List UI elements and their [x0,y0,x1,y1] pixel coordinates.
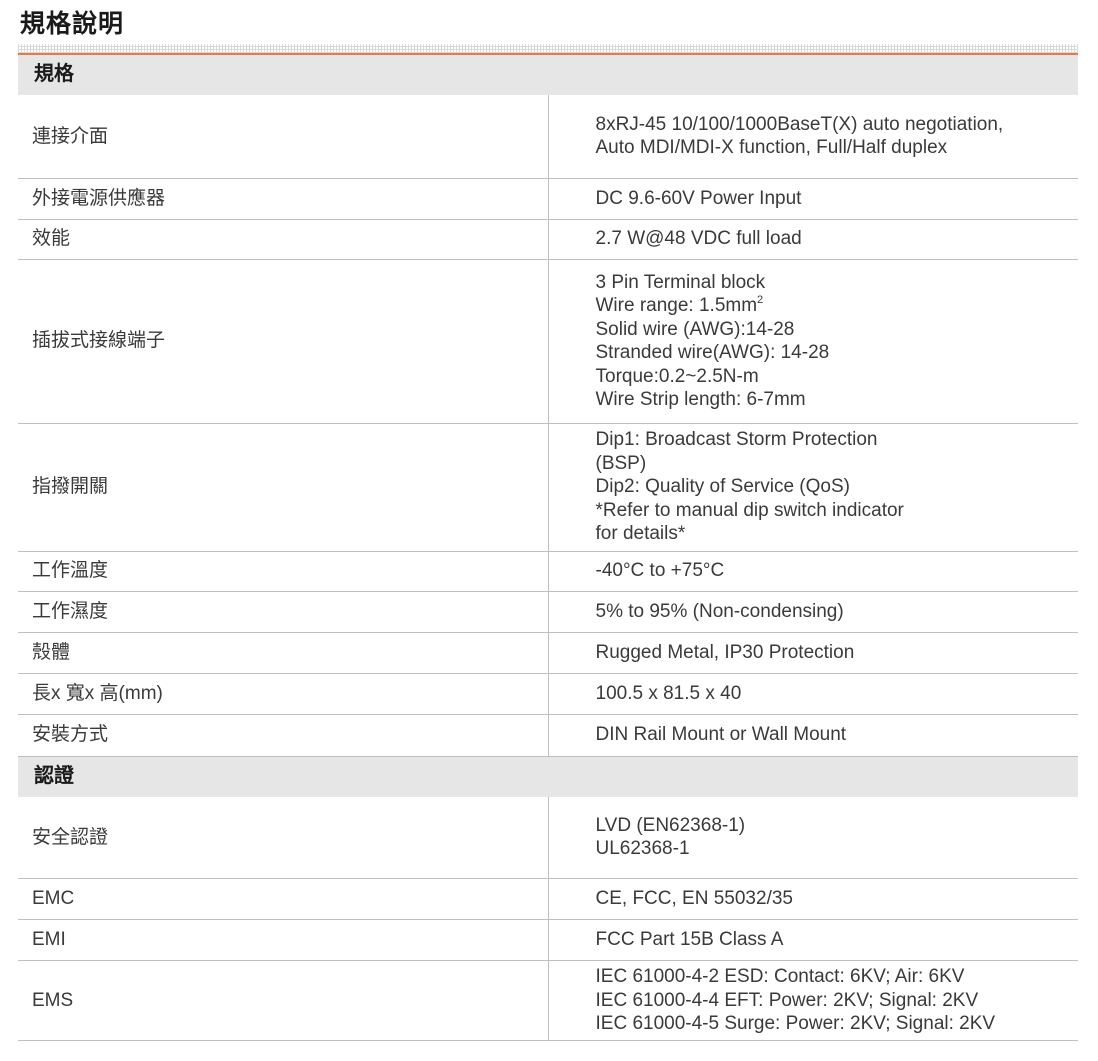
row-label: EMS [18,960,549,1041]
table-row: EMI FCC Part 15B Class A [18,919,1078,961]
row-label: 殼體 [18,632,549,674]
value-line: 8xRJ-45 10/100/1000BaseT(X) auto negotia… [595,113,1004,135]
section-header-certifications: 認證 [18,756,1078,797]
value-line: IEC 61000-4-4 EFT: Power: 2KV; Signal: 2… [595,989,979,1011]
table-row: 連接介面 8xRJ-45 10/100/1000BaseT(X) auto ne… [18,95,1078,179]
table-row: 指撥開關 Dip1: Broadcast Storm Protection (B… [18,423,1078,552]
value-line: IEC 61000-4-2 ESD: Contact: 6KV; Air: 6K… [595,966,965,988]
table-row: EMS IEC 61000-4-2 ESD: Contact: 6KV; Air… [18,960,1078,1041]
value-line: (BSP) [595,452,647,474]
value-line: for details* [595,523,686,545]
row-label: 長x 寬x 高(mm) [18,673,549,715]
spec-table: 規格 連接介面 8xRJ-45 10/100/1000BaseT(X) auto… [18,55,1078,1041]
table-row: 安全認證 LVD (EN62368-1) UL62368-1 [18,796,1078,879]
row-label: 外接電源供應器 [18,178,549,220]
page-title: 規格說明 [20,10,125,38]
row-value: CE, FCC, EN 55032/35 [548,878,1078,920]
row-value: 2.7 W@48 VDC full load [548,219,1078,260]
value-line: Wire range: 1.5mm2 [596,294,1079,318]
value-line: Auto MDI/MDI-X function, Full/Half duple… [595,137,948,159]
row-label: 效能 [18,219,549,260]
table-row: 插拔式接線端子 3 Pin Terminal block Wire range:… [18,259,1079,424]
superscript: 2 [757,294,764,306]
value-line: 100.5 x 81.5 x 40 [595,682,742,704]
value-line: CE, FCC, EN 55032/35 [595,888,793,910]
section-title: 規格 [18,55,1078,95]
row-value: LVD (EN62368-1) UL62368-1 [548,796,1078,879]
value-line: Dip1: Broadcast Storm Protection [595,429,878,451]
row-value: 100.5 x 81.5 x 40 [548,673,1078,715]
section-header-specs: 規格 [18,55,1078,95]
value-line: DIN Rail Mount or Wall Mount [595,724,847,746]
value-line: Wire Strip length: 6-7mm [595,389,806,410]
row-label: 安全認證 [18,796,549,879]
row-value: IEC 61000-4-2 ESD: Contact: 6KV; Air: 6K… [548,960,1078,1041]
table-row: 外接電源供應器 DC 9.6-60V Power Input [18,178,1078,220]
row-value: DIN Rail Mount or Wall Mount [548,714,1078,757]
row-label: 安裝方式 [18,714,549,757]
row-label: EMI [18,919,549,961]
value-line: Stranded wire(AWG): 14-28 [595,342,830,363]
table-row: 工作溫度 -40°C to +75°C [18,551,1078,592]
section-title: 認證 [18,756,1078,797]
value-line: DC 9.6-60V Power Input [595,187,802,209]
row-value: 3 Pin Terminal block Wire range: 1.5mm2 … [548,259,1079,424]
title-dotted-divider [18,44,1078,53]
value-line: Rugged Metal, IP30 Protection [595,641,855,663]
table-row: 效能 2.7 W@48 VDC full load [18,219,1078,260]
table-row: 工作濕度 5% to 95% (Non-condensing) [18,591,1078,633]
value-line: Solid wire (AWG):14-28 [595,318,795,340]
value-line: *Refer to manual dip switch indicator [595,499,904,521]
value-line: 5% to 95% (Non-condensing) [595,600,844,622]
value-line: UL62368-1 [595,838,690,860]
table-row: 安裝方式 DIN Rail Mount or Wall Mount [18,714,1078,757]
value-line: FCC Part 15B Class A [595,929,784,951]
row-label: 插拔式接線端子 [18,259,549,424]
row-value: Rugged Metal, IP30 Protection [548,632,1078,674]
row-label: 指撥開關 [18,423,549,552]
table-row: 殼體 Rugged Metal, IP30 Protection [18,632,1078,674]
row-label: 工作溫度 [18,551,549,592]
row-value: 8xRJ-45 10/100/1000BaseT(X) auto negotia… [548,95,1078,179]
value-line: Dip2: Quality of Service (QoS) [595,476,850,498]
value-line: IEC 61000-4-5 Surge: Power: 2KV; Signal:… [595,1013,996,1035]
value-line: -40°C to +75°C [595,560,725,582]
value-line: Torque:0.2~2.5N-m [595,365,759,387]
table-row: 長x 寬x 高(mm) 100.5 x 81.5 x 40 [18,673,1078,715]
value-line: 3 Pin Terminal block [595,271,766,293]
row-value: 5% to 95% (Non-condensing) [548,591,1078,633]
table-row: EMC CE, FCC, EN 55032/35 [18,878,1078,920]
row-label: 工作濕度 [18,591,549,633]
row-value: Dip1: Broadcast Storm Protection (BSP) D… [548,423,1078,552]
value-line: 2.7 W@48 VDC full load [595,228,802,250]
row-label: 連接介面 [18,95,549,179]
row-value: DC 9.6-60V Power Input [548,178,1078,220]
value-text: Wire range: 1.5mm [595,295,758,316]
row-label: EMC [18,878,549,920]
row-value: -40°C to +75°C [548,551,1078,592]
row-value: FCC Part 15B Class A [548,919,1078,961]
value-line: LVD (EN62368-1) [595,814,746,836]
